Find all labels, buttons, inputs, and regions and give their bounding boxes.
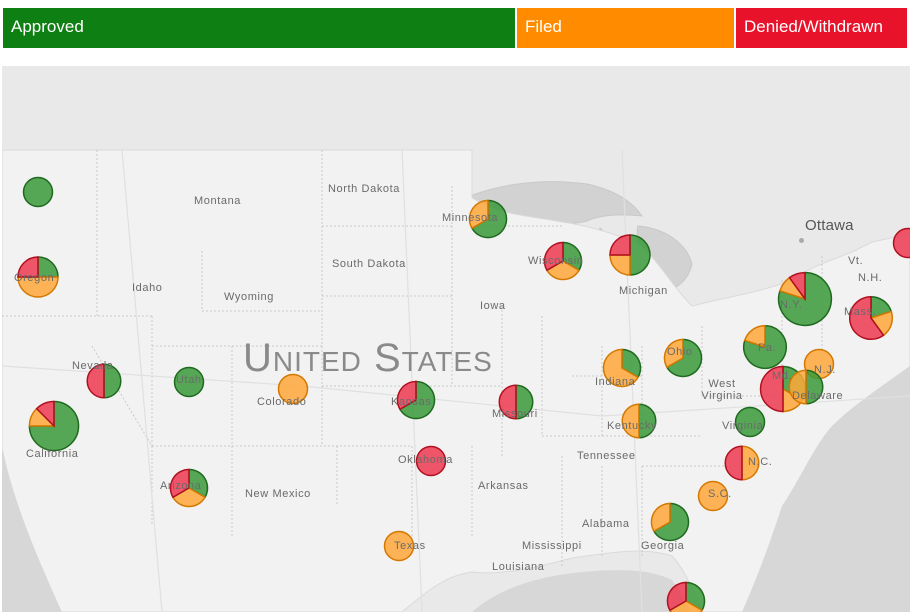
- pie-marker-washington[interactable]: [22, 176, 54, 208]
- label-iowa: Iowa: [480, 300, 506, 312]
- legend: Approved Filed Denied/Withdrawn: [2, 7, 908, 51]
- label-south-dakota: South Dakota: [332, 258, 406, 270]
- label-delaware: Delaware: [792, 390, 844, 402]
- label-new-mexico: New Mexico: [245, 488, 311, 500]
- label-texas: Texas: [394, 540, 426, 552]
- label-michigan: Michigan: [619, 285, 668, 297]
- map[interactable]: Montana North Dakota Minnesota South Dak…: [2, 66, 910, 612]
- label-idaho: Idaho: [132, 282, 163, 294]
- label-pennsylvania: Pa.: [758, 342, 777, 354]
- label-massachusetts: Mass.: [844, 306, 877, 318]
- label-west-virginia: West Virginia: [701, 378, 743, 402]
- label-north-carolina: N.C.: [748, 456, 773, 468]
- label-montana: Montana: [194, 195, 242, 207]
- legend-denied-withdrawn[interactable]: Denied/Withdrawn: [735, 7, 908, 49]
- label-ohio: Ohio: [667, 346, 693, 358]
- label-vermont: Vt.: [848, 255, 864, 267]
- label-ottawa: Ottawa: [805, 217, 854, 234]
- label-louisiana: Louisiana: [492, 561, 545, 573]
- label-wyoming: Wyoming: [224, 291, 274, 303]
- label-tennessee: Tennessee: [577, 450, 636, 462]
- label-mississippi: Mississippi: [522, 540, 582, 552]
- label-alabama: Alabama: [582, 518, 630, 530]
- pie-marker-florida[interactable]: [666, 581, 706, 612]
- pie-marker-california[interactable]: [28, 400, 80, 452]
- label-new-jersey: N.J.: [814, 364, 836, 376]
- label-arkansas: Arkansas: [478, 480, 529, 492]
- label-north-dakota: North Dakota: [328, 183, 401, 195]
- label-kentucky: Kentucky: [607, 420, 658, 432]
- label-oklahoma: Oklahoma: [398, 454, 453, 466]
- label-nevada: Nevada: [72, 360, 114, 372]
- label-new-hampshire: N.H.: [858, 272, 883, 284]
- label-arizona: Arizona: [160, 480, 202, 492]
- label-minnesota: Minnesota: [442, 212, 499, 224]
- pie-marker-georgia[interactable]: [650, 502, 690, 542]
- label-maryland: Md.: [772, 370, 793, 382]
- approved-slice[interactable]: [22, 176, 54, 208]
- pie-marker-michigan[interactable]: [609, 234, 651, 276]
- label-georgia: Georgia: [641, 540, 685, 552]
- pie-marker-massachusetts[interactable]: [848, 295, 894, 340]
- label-california: California: [26, 448, 79, 460]
- label-utah: Utah: [176, 374, 202, 386]
- legend-approved[interactable]: Approved: [2, 7, 516, 49]
- label-missouri: Missouri: [492, 408, 538, 420]
- label-indiana: Indiana: [595, 376, 636, 388]
- label-new-york: N.Y.: [780, 299, 803, 311]
- label-virginia: Virginia: [722, 420, 764, 432]
- label-colorado: Colorado: [257, 396, 307, 408]
- label-country: United States: [243, 336, 493, 380]
- label-kansas: Kansas: [391, 396, 432, 408]
- ottawa-dot: [799, 238, 804, 243]
- label-oregon: Oregon: [14, 272, 55, 284]
- label-wisconsin: Wisconsin: [528, 255, 584, 267]
- label-south-carolina: S.C.: [708, 488, 732, 500]
- legend-filed[interactable]: Filed: [516, 7, 735, 49]
